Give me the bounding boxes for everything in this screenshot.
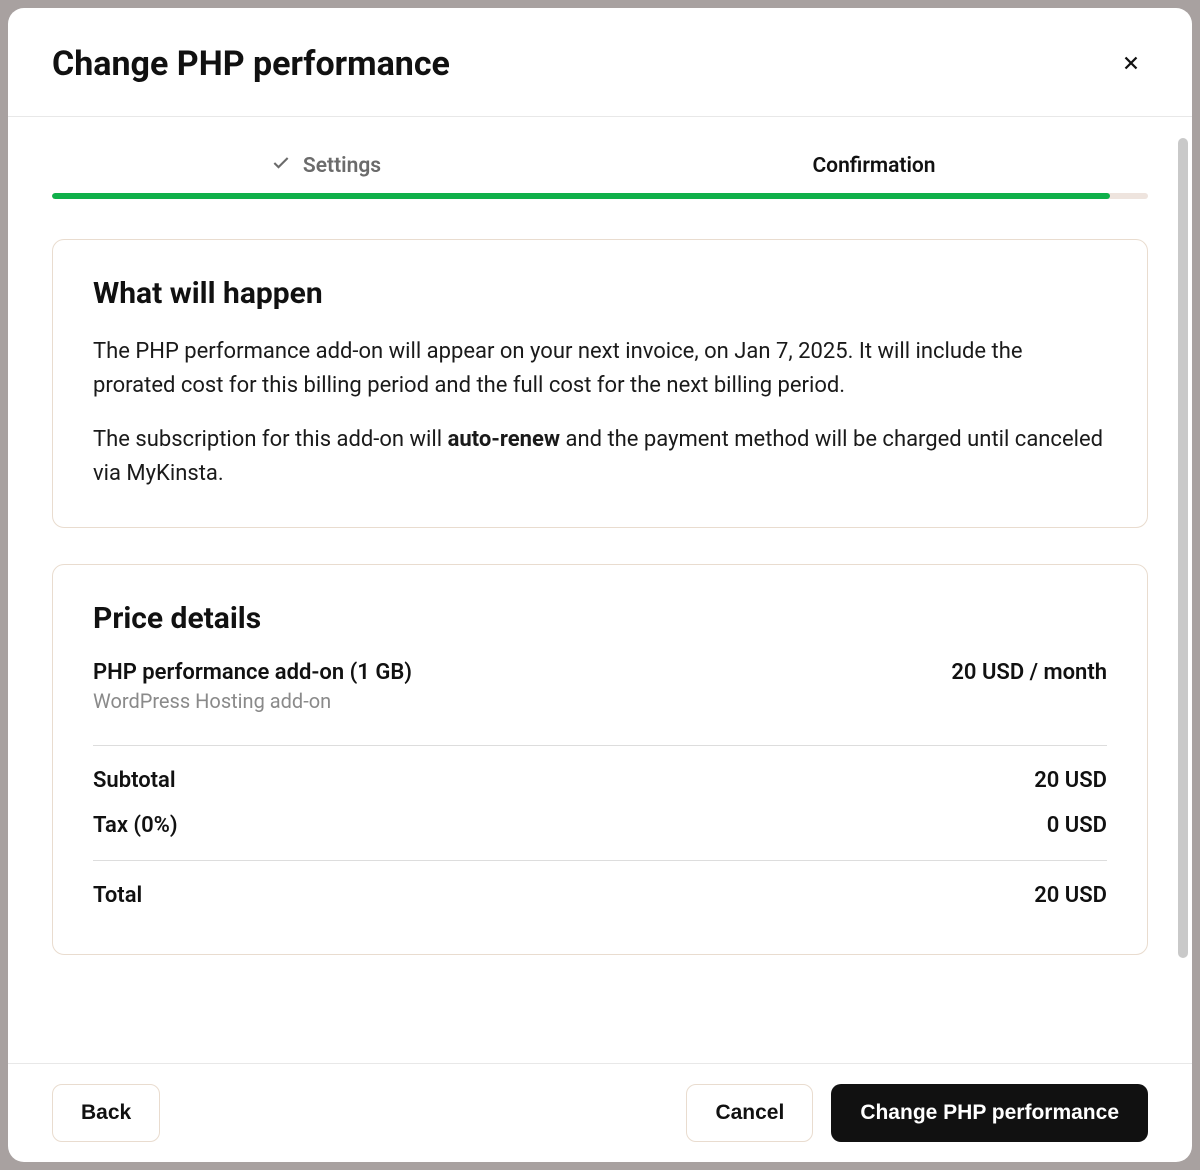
total-value: 20 USD — [1034, 883, 1107, 908]
subtotal-value: 20 USD — [1034, 768, 1107, 793]
step-settings[interactable]: Settings — [52, 153, 600, 193]
tax-value: 0 USD — [1047, 813, 1107, 838]
price-row-total: Total 20 USD — [93, 873, 1107, 918]
price-row-subtotal: Subtotal 20 USD — [93, 758, 1107, 803]
addon-sublabel: WordPress Hosting add-on — [93, 689, 412, 713]
what-will-happen-title: What will happen — [93, 276, 1107, 311]
close-icon — [1120, 52, 1142, 77]
addon-label: PHP performance add-on (1 GB) — [93, 660, 412, 685]
divider — [93, 745, 1107, 746]
modal-footer: Back Cancel Change PHP performance — [8, 1063, 1192, 1162]
divider — [93, 860, 1107, 861]
modal-change-php-performance: Change PHP performance Settings Confirma… — [8, 8, 1192, 1162]
step-confirmation-label: Confirmation — [812, 154, 935, 178]
close-button[interactable] — [1114, 46, 1148, 83]
step-confirmation[interactable]: Confirmation — [600, 153, 1148, 193]
progress-fill — [52, 193, 1110, 199]
price-details-card: Price details PHP performance add-on (1 … — [52, 564, 1148, 955]
scrollbar[interactable] — [1178, 138, 1188, 958]
price-row-addon: PHP performance add-on (1 GB) WordPress … — [93, 660, 1107, 733]
progress-bar — [52, 193, 1148, 199]
step-indicator: Settings Confirmation — [52, 117, 1148, 193]
modal-header: Change PHP performance — [8, 8, 1192, 117]
tax-label: Tax (0%) — [93, 813, 178, 838]
modal-body: Settings Confirmation What will happen T… — [8, 117, 1192, 1063]
subtotal-label: Subtotal — [93, 768, 176, 793]
what-will-happen-para2: The subscription for this add-on will au… — [93, 423, 1107, 491]
what-will-happen-para1: The PHP performance add-on will appear o… — [93, 335, 1107, 403]
cancel-button[interactable]: Cancel — [686, 1084, 813, 1142]
confirm-button[interactable]: Change PHP performance — [831, 1084, 1148, 1142]
price-row-tax: Tax (0%) 0 USD — [93, 803, 1107, 848]
total-label: Total — [93, 883, 142, 908]
check-icon — [271, 153, 291, 179]
modal-title: Change PHP performance — [52, 44, 450, 84]
what-will-happen-card: What will happen The PHP performance add… — [52, 239, 1148, 528]
back-button[interactable]: Back — [52, 1084, 160, 1142]
step-settings-label: Settings — [303, 154, 381, 178]
price-details-title: Price details — [93, 601, 1107, 636]
addon-price: 20 USD / month — [951, 660, 1107, 685]
